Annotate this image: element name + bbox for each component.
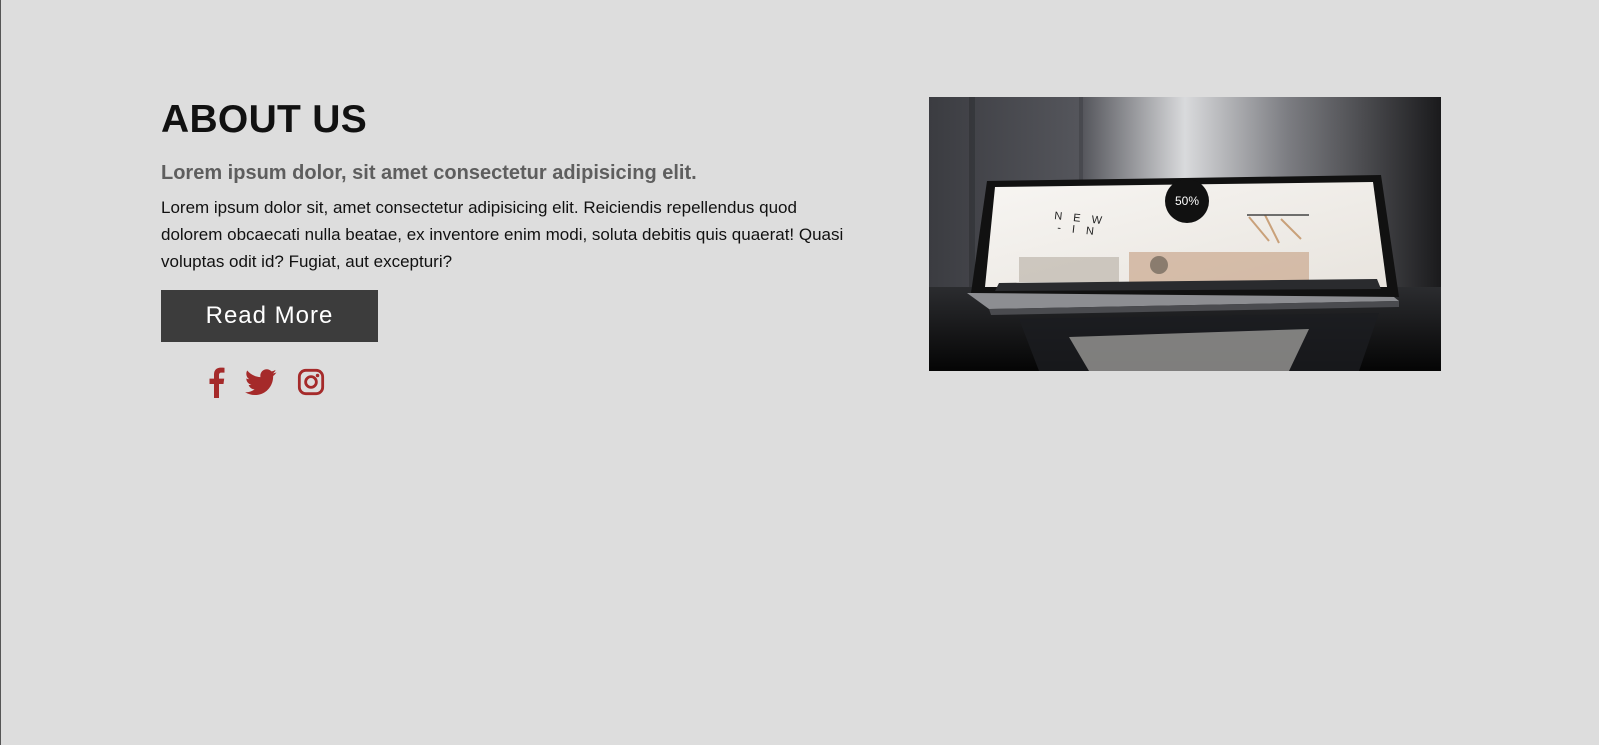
- social-links: [207, 366, 861, 398]
- facebook-icon[interactable]: [207, 366, 225, 398]
- twitter-icon[interactable]: [245, 368, 277, 396]
- page-title: ABOUT US: [161, 98, 368, 141]
- svg-text:50%: 50%: [1175, 194, 1199, 208]
- read-more-button[interactable]: Read More: [161, 290, 378, 342]
- about-section: ABOUT US Lorem ipsum dolor, sit amet con…: [161, 97, 861, 398]
- instagram-icon[interactable]: [297, 368, 325, 396]
- about-subtitle: Lorem ipsum dolor, sit amet consectetur …: [161, 162, 697, 184]
- about-description: Lorem ipsum dolor sit, amet consectetur …: [161, 198, 844, 271]
- left-border: [0, 0, 1, 745]
- laptop-photo: N E W - I N 50%: [929, 97, 1441, 371]
